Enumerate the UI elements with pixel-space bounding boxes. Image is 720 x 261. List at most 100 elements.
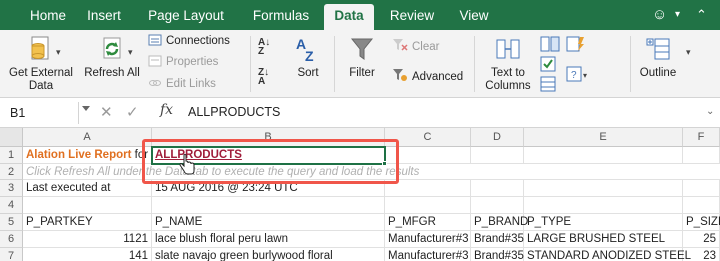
formula-input[interactable]: ALLPRODUCTS <box>188 105 280 119</box>
link-icon <box>149 80 161 86</box>
row-header[interactable]: 6 <box>0 231 23 248</box>
cell-b6[interactable]: lace blush floral peru lawn <box>152 231 385 248</box>
outline-button[interactable]: Outline <box>636 34 680 80</box>
row-header[interactable]: 5 <box>0 214 23 231</box>
outline-label: Outline <box>639 67 677 79</box>
cell-f6[interactable]: 25 <box>683 231 720 248</box>
dropdown-arrow-icon[interactable]: ▾ <box>686 44 691 60</box>
cell-f7[interactable]: 23 <box>683 248 720 261</box>
sort-ascending-icon[interactable]: A↓ Z <box>258 38 270 57</box>
sort-descending-icon[interactable]: Z↓ A <box>258 68 269 87</box>
tab-formulas[interactable]: Formulas <box>244 0 318 30</box>
cell-e3[interactable] <box>524 180 683 197</box>
dropdown-arrow-icon[interactable]: ▾ <box>56 44 61 60</box>
cell-a3[interactable]: Last executed at <box>23 180 152 197</box>
cell-b4[interactable] <box>152 197 385 214</box>
cell-e7[interactable]: STANDARD ANODIZED STEEL <box>524 248 691 261</box>
cell-f4[interactable] <box>683 197 720 214</box>
column-header-d[interactable]: D <box>471 128 524 147</box>
text-to-columns-label: Text to Columns <box>485 67 531 92</box>
cell-e6[interactable]: LARGE BRUSHED STEEL <box>524 231 683 248</box>
properties-icon <box>148 55 162 67</box>
cell-a6[interactable]: 1121 <box>23 231 152 248</box>
column-header-f[interactable]: F <box>683 128 720 147</box>
cell-e1[interactable] <box>524 147 683 164</box>
tab-page-layout[interactable]: Page Layout <box>142 0 230 30</box>
row-header[interactable]: 7 <box>0 248 23 261</box>
spreadsheet-grid: A B C D E F 1 2 3 4 5 6 7 Alation Live R… <box>0 128 720 261</box>
formula-bar: B1 ✕ ✓ fx ALLPRODUCTS ⌄ <box>0 98 720 128</box>
chevron-down-icon[interactable]: ▾ <box>675 0 680 30</box>
expand-formula-bar-icon[interactable]: ⌄ <box>706 106 714 117</box>
cell-e4[interactable] <box>524 197 683 214</box>
cell-e5[interactable]: P_TYPE <box>524 214 683 231</box>
connections-icon <box>148 34 162 46</box>
enter-check-icon[interactable]: ✓ <box>126 103 139 121</box>
ribbon-tab-bar: Home Insert Page Layout Formulas Data Re… <box>0 0 720 30</box>
advanced-label: Advanced <box>412 71 464 83</box>
cancel-icon[interactable]: ✕ <box>100 103 113 121</box>
advanced-button[interactable]: Advanced <box>392 68 463 84</box>
ribbon-divider <box>474 36 475 92</box>
flash-fill-icon[interactable] <box>566 36 586 52</box>
tab-view[interactable]: View <box>452 0 496 30</box>
connections-button[interactable]: Connections <box>148 33 230 49</box>
name-box-dropdown-icon[interactable] <box>82 106 90 111</box>
cell-d1[interactable] <box>471 147 524 164</box>
tab-insert[interactable]: Insert <box>80 0 128 30</box>
cell-f5[interactable]: P_SIZE <box>683 214 720 231</box>
cell-f3[interactable] <box>683 180 720 197</box>
row-header[interactable]: 2 <box>0 164 23 180</box>
cell-c7[interactable]: Manufacturer#3 <box>385 248 471 261</box>
cell-c5[interactable]: P_MFGR <box>385 214 471 231</box>
edit-links-button[interactable]: Edit Links <box>148 76 216 92</box>
cell-c4[interactable] <box>385 197 471 214</box>
cell-d3[interactable] <box>471 180 524 197</box>
properties-button[interactable]: Properties <box>148 54 218 70</box>
cell-b7[interactable]: slate navajo green burlywood floral <box>152 248 385 261</box>
cell-a1[interactable]: Alation Live Report for <box>23 147 152 164</box>
text-to-columns-button[interactable]: Text to Columns <box>480 34 536 93</box>
cell-d6[interactable]: Brand#35 <box>471 231 524 248</box>
sort-button[interactable]: A Z Sort <box>290 34 326 80</box>
cell-a5[interactable]: P_PARTKEY <box>23 214 152 231</box>
ribbon-divider <box>334 36 335 92</box>
hand-pointer-icon <box>179 154 195 175</box>
sort-icon: A Z <box>296 36 314 64</box>
cell-d4[interactable] <box>471 197 524 214</box>
smiley-feedback-icon[interactable]: ☺ <box>652 0 667 30</box>
cell-c6[interactable]: Manufacturer#3 <box>385 231 471 248</box>
column-header-a[interactable]: A <box>23 128 152 147</box>
what-if-analysis-icon[interactable]: ? ▾ <box>566 66 590 82</box>
cell-b5[interactable]: P_NAME <box>152 214 385 231</box>
edit-links-label: Edit Links <box>166 78 216 90</box>
collapse-ribbon-icon[interactable]: ⌃ <box>696 0 707 30</box>
dropdown-arrow-icon[interactable]: ▾ <box>128 44 133 60</box>
cell-d7[interactable]: Brand#35 <box>471 248 524 261</box>
select-all-corner[interactable] <box>0 128 23 147</box>
cell-a4[interactable] <box>23 197 152 214</box>
advanced-filter-icon <box>393 69 407 81</box>
column-header-e[interactable]: E <box>524 128 683 147</box>
get-external-data-button[interactable]: Get External Data <box>4 34 78 93</box>
row-header[interactable]: 1 <box>0 147 23 164</box>
cell-d5[interactable]: P_BRAND <box>471 214 528 231</box>
row-header[interactable]: 3 <box>0 180 23 197</box>
clear-button[interactable]: Clear <box>392 38 439 54</box>
data-validation-icon[interactable] <box>540 56 560 72</box>
remove-duplicates-icon[interactable] <box>540 36 560 52</box>
database-icon <box>31 36 49 60</box>
cell-a7[interactable]: 141 <box>23 248 152 261</box>
insert-function-icon[interactable]: fx <box>160 102 173 118</box>
refresh-icon <box>103 37 121 59</box>
name-box[interactable]: B1 <box>4 102 79 124</box>
cell-f1[interactable] <box>683 147 720 164</box>
tab-data[interactable]: Data <box>324 4 374 30</box>
properties-label: Properties <box>166 56 219 68</box>
clear-label: Clear <box>412 41 440 53</box>
row-header[interactable]: 4 <box>0 197 23 214</box>
filter-button[interactable]: Filter <box>340 34 384 80</box>
consolidate-icon[interactable] <box>540 76 560 92</box>
tab-review[interactable]: Review <box>384 0 440 30</box>
tab-home[interactable]: Home <box>24 0 72 30</box>
